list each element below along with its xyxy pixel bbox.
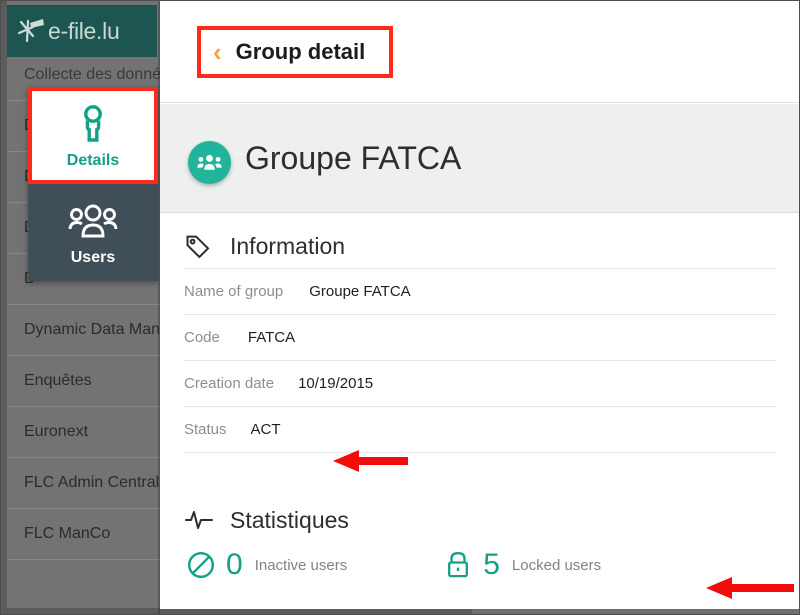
detail-tab-rail: Details Users	[28, 87, 158, 281]
table-row: Name of group Groupe FATCA	[184, 268, 776, 314]
information-heading-text: Information	[230, 232, 346, 259]
info-pin-icon	[76, 102, 110, 148]
statistics-row: 0 Inactive users 5 Locked users	[160, 548, 800, 582]
app-logo-text: e-file.lu	[48, 17, 120, 44]
table-row: Status ACT	[184, 406, 776, 453]
statistics-heading-text: Statistiques	[230, 506, 349, 533]
statistics-heading: Statistiques	[160, 498, 800, 542]
panel-topbar: ‹ Group detail	[160, 4, 800, 103]
group-name: Groupe FATCA	[245, 140, 462, 176]
table-row: Code FATCA	[184, 314, 776, 360]
tag-icon	[184, 232, 218, 260]
avatar	[188, 141, 231, 184]
annotation-arrow-locked-users	[706, 577, 794, 599]
stat-count: 5	[483, 548, 500, 581]
arrow-shaft	[358, 457, 408, 465]
row-label: Name of group	[184, 283, 284, 300]
prohibited-circle-icon	[184, 550, 218, 580]
stat-count: 0	[226, 548, 243, 581]
group-title-band: Groupe FATCA	[160, 104, 800, 213]
window-bottom-edge	[0, 608, 472, 615]
chevron-left-icon: ‹	[213, 37, 222, 67]
table-row: Creation date 10/19/2015	[184, 360, 776, 406]
statistics-section: Statistiques 0 Inactive users 5 Locked u…	[160, 498, 800, 582]
tab-details-label: Details	[66, 151, 120, 169]
row-label: Code	[184, 329, 220, 346]
row-value: Groupe FATCA	[309, 283, 411, 300]
stat-inactive-users: 0 Inactive users	[184, 548, 347, 582]
lock-icon	[441, 550, 475, 580]
annotation-arrow-status	[333, 450, 408, 472]
information-table: Name of group Groupe FATCA Code FATCA Cr…	[184, 268, 776, 453]
arrow-shaft	[731, 584, 794, 592]
row-value: FATCA	[247, 329, 296, 346]
window-left-edge	[0, 0, 7, 615]
tab-users-label: Users	[70, 248, 116, 266]
arrow-head	[706, 577, 732, 599]
asterisk-star-icon	[13, 14, 47, 48]
status-badge: ACT	[250, 421, 281, 438]
screenshot-root: e-file.lu Collecte des données D D D D D…	[0, 0, 800, 615]
back-button[interactable]: ‹ Group detail	[197, 26, 394, 78]
stat-label: Inactive users	[254, 556, 348, 574]
row-value: 10/19/2015	[298, 375, 374, 392]
stat-label: Locked users	[511, 556, 602, 574]
users-group-icon	[67, 199, 119, 245]
stat-locked-users: 5 Locked users	[441, 548, 601, 582]
tab-users[interactable]: Users	[28, 184, 158, 281]
arrow-head	[333, 450, 359, 472]
pulse-activity-icon	[184, 508, 218, 532]
page-title: Group detail	[235, 39, 366, 64]
row-label: Creation date	[184, 375, 275, 392]
row-label: Status	[184, 421, 227, 438]
tab-details[interactable]: Details	[28, 87, 158, 184]
group-detail-panel: ‹ Group detail Groupe FATCA Information …	[160, 0, 800, 609]
information-section: Information Name of group Groupe FATCA C…	[160, 224, 800, 453]
information-heading: Information	[160, 224, 800, 268]
